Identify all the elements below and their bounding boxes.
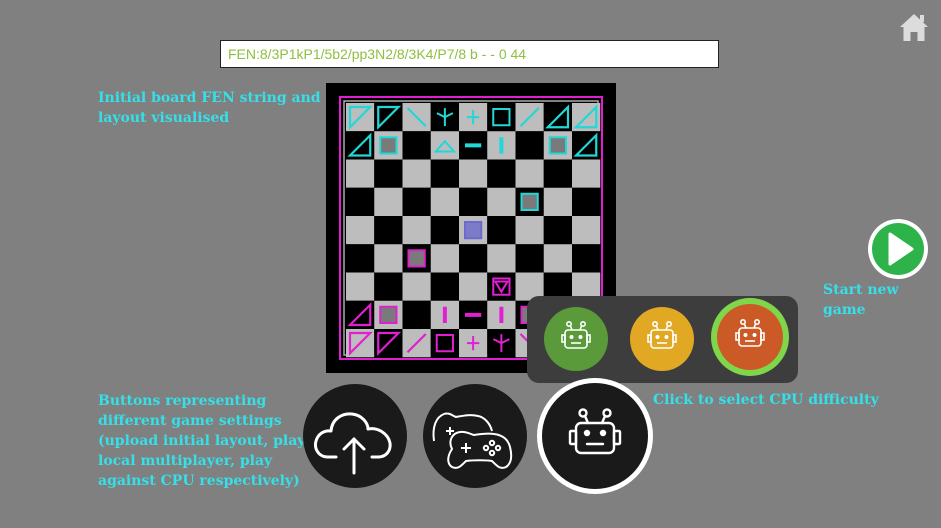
robot-icon (630, 307, 694, 371)
robot-icon (544, 307, 608, 371)
board-square (515, 131, 544, 160)
board-square (515, 244, 544, 273)
board-square (430, 216, 459, 245)
board-square (402, 272, 431, 301)
board-square (374, 159, 403, 188)
board-square (430, 187, 459, 216)
gamepads-icon (423, 384, 527, 488)
board-square (487, 272, 516, 301)
robot-icon (711, 298, 789, 376)
piece-bar (442, 306, 447, 323)
board-square (374, 272, 403, 301)
piece-bar (499, 137, 504, 154)
piece-box (379, 305, 398, 324)
play-icon (868, 219, 928, 279)
piece-bar (499, 306, 504, 323)
piece-box (464, 221, 483, 240)
board-square (459, 187, 488, 216)
board-square (346, 187, 375, 216)
board-square (402, 300, 431, 329)
difficulty-medium-button[interactable] (629, 306, 695, 372)
piece-box (407, 249, 426, 268)
board-square (515, 216, 544, 245)
board-square (402, 216, 431, 245)
board-square (430, 272, 459, 301)
fen-string-field[interactable]: FEN:8/3P1kP1/5b2/pp3N2/8/3K4/P7/8 b - - … (220, 40, 719, 68)
upload-layout-button[interactable] (302, 383, 408, 489)
board-square (572, 216, 601, 245)
board-square (459, 244, 488, 273)
start-annotation: Start new game (823, 282, 899, 318)
difficulty-easy-button[interactable] (543, 306, 609, 372)
board-square (572, 187, 601, 216)
board-square (402, 187, 431, 216)
difficulty-hard-button[interactable] (710, 297, 790, 377)
board-square (346, 216, 375, 245)
piece-bar (465, 312, 482, 317)
board-square (487, 159, 516, 188)
board-square (402, 159, 431, 188)
board-square (543, 244, 572, 273)
piece-bar (465, 143, 482, 148)
board-square (374, 187, 403, 216)
board-square (374, 244, 403, 273)
robot-icon (537, 378, 653, 494)
board-square (572, 244, 601, 273)
board-square (430, 159, 459, 188)
board-square (487, 216, 516, 245)
board-square (487, 244, 516, 273)
board-annotation: Initial board FEN string and layout visu… (98, 90, 321, 126)
board-square (430, 329, 459, 358)
board-square (430, 131, 459, 160)
board-square (459, 159, 488, 188)
play-cpu-button[interactable] (536, 377, 654, 495)
board-square (374, 216, 403, 245)
home-button[interactable] (897, 10, 931, 44)
board-square (543, 187, 572, 216)
start-game-button[interactable] (867, 218, 929, 280)
board-square (487, 187, 516, 216)
cloud-upload-icon (303, 384, 407, 488)
board-square (459, 272, 488, 301)
piece-box (520, 192, 539, 211)
board-square (430, 244, 459, 273)
board-square (402, 131, 431, 160)
board-square (346, 272, 375, 301)
fen-string-text: FEN:8/3P1kP1/5b2/pp3N2/8/3K4/P7/8 b - - … (228, 46, 527, 62)
board-square (543, 159, 572, 188)
settings-annotation: Buttons representing different game sett… (98, 393, 306, 489)
local-multiplayer-button[interactable] (422, 383, 528, 489)
difficulty-annotation: Click to select CPU difficulty (653, 392, 879, 408)
piece-box (548, 136, 567, 155)
board-square (346, 244, 375, 273)
board-square (487, 103, 516, 132)
home-icon (900, 14, 928, 41)
board-square (515, 159, 544, 188)
board-square (346, 159, 375, 188)
board-square (543, 216, 572, 245)
board-square (572, 159, 601, 188)
piece-box (379, 136, 398, 155)
